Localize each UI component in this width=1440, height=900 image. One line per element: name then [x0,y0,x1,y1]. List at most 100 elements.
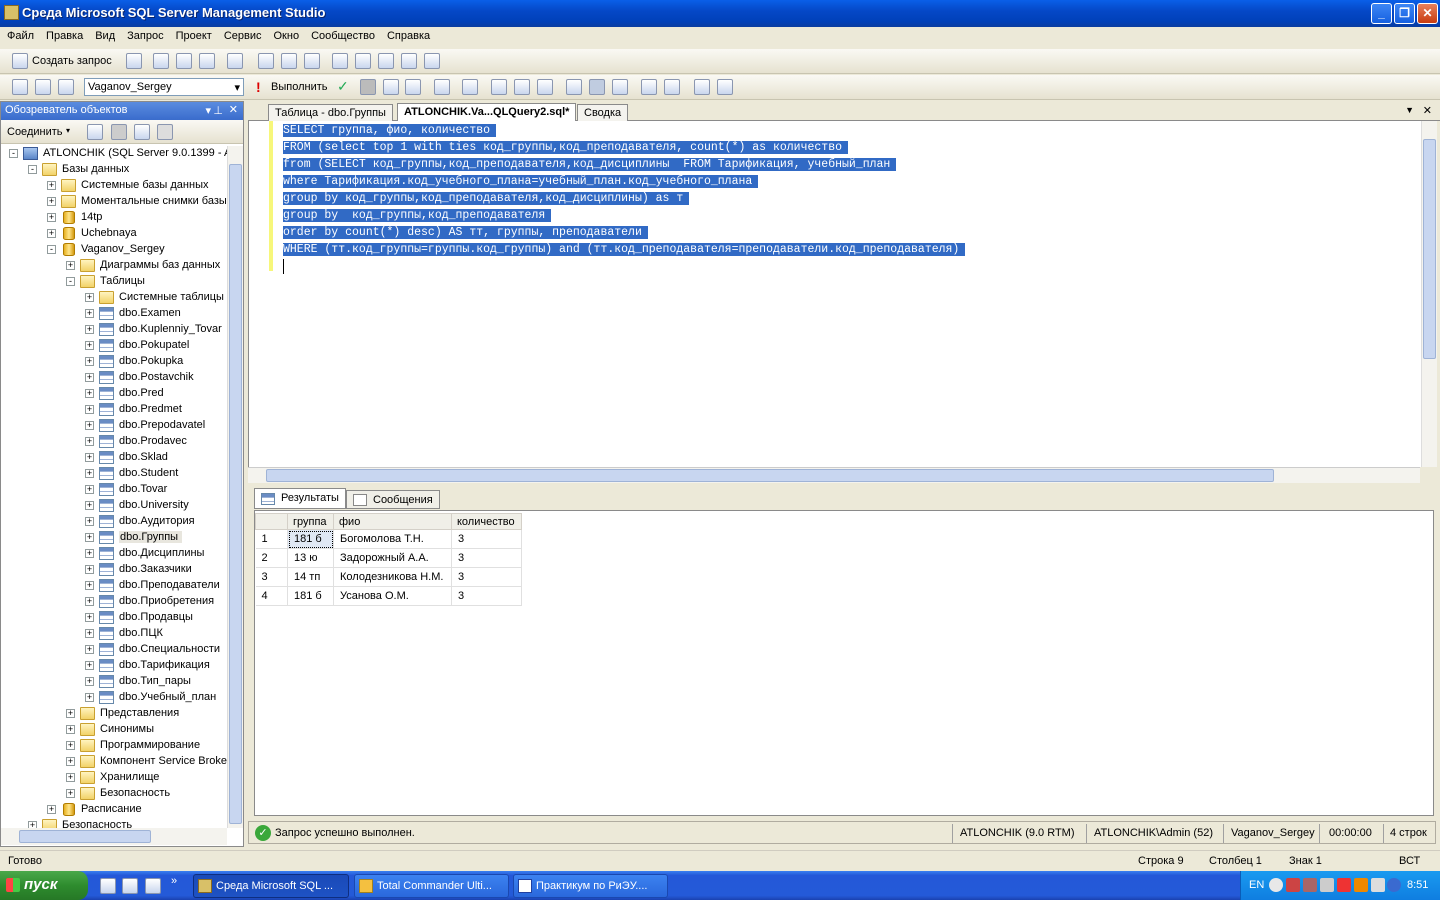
results-to-grid-icon[interactable] [566,79,582,95]
filter-icon[interactable] [157,124,173,140]
scroll-thumb[interactable] [19,830,151,843]
tray-icon[interactable] [1269,878,1283,892]
menu-tools[interactable]: Сервис [218,27,268,42]
tree-node[interactable]: + dbo.Prepodavatel [1,418,227,434]
include-plan-icon[interactable] [491,79,507,95]
row-number[interactable]: 4 [255,586,288,606]
expand-icon[interactable]: + [85,629,94,638]
expand-icon[interactable]: + [66,709,75,718]
expand-icon[interactable]: + [66,773,75,782]
tab-list-icon[interactable]: ▼ [1405,105,1414,115]
menu-file[interactable]: Файл [0,27,40,42]
expand-icon[interactable]: + [85,309,94,318]
table-cell[interactable]: Усанова О.М. [333,586,452,606]
execute-button[interactable]: Выполнить [271,81,327,93]
table-cell[interactable]: 13 ю [287,548,334,568]
task-ssms[interactable]: Среда Microsoft SQL ... [193,874,349,898]
tree-node[interactable]: + dbo.Заказчики [1,562,227,578]
display-plan-icon[interactable] [383,79,399,95]
disconnect-icon[interactable] [58,79,74,95]
tree-node[interactable]: - ATLONCHIK (SQL Server 9.0.1399 - A [1,146,227,162]
analysis-query-icon[interactable] [176,53,192,69]
table-row[interactable]: 3 14 тп Колодезникова Н.М. 3 [255,567,522,587]
tree-node[interactable]: + Синонимы [1,722,227,738]
stop-icon[interactable] [111,124,127,140]
expand-icon[interactable]: + [66,261,75,270]
tree-node[interactable]: + Диаграммы баз данных [1,258,227,274]
tree-node[interactable]: + Безопасность [1,786,227,802]
tree-node[interactable]: + dbo.Тип_пары [1,674,227,690]
tray-icon[interactable] [1371,878,1385,892]
scroll-thumb[interactable] [266,469,1274,482]
expand-icon[interactable]: + [85,693,94,702]
expand-icon[interactable]: + [85,597,94,606]
tray-icon[interactable] [1320,878,1334,892]
tree-node[interactable]: + Расписание [1,802,227,818]
tree-node[interactable]: + Хранилище [1,770,227,786]
expand-icon[interactable]: + [85,341,94,350]
language-indicator[interactable]: EN [1249,879,1264,891]
tree-node[interactable]: + dbo.Специальности [1,642,227,658]
menu-window[interactable]: Окно [268,27,306,42]
intellisense-icon[interactable] [462,79,478,95]
expand-icon[interactable]: + [85,565,94,574]
expand-icon[interactable]: + [66,757,75,766]
tree-node[interactable]: - Базы данных [1,162,227,178]
close-tab-icon[interactable]: ✕ [1423,104,1432,117]
comment-icon[interactable] [612,79,628,95]
results-to-text-icon[interactable] [537,79,553,95]
tray-icon[interactable] [1286,878,1300,892]
tab-summary[interactable]: Сводка [577,104,629,121]
expand-icon[interactable]: + [85,373,94,382]
tree-node[interactable]: + dbo.Predmet [1,402,227,418]
expand-icon[interactable]: + [66,741,75,750]
minimize-button[interactable]: _ [1371,3,1392,24]
tree-node[interactable]: + Программирование [1,738,227,754]
scroll-thumb[interactable] [229,164,242,824]
collapse-icon[interactable]: - [66,277,75,286]
tree-node[interactable]: + dbo.Postavchik [1,370,227,386]
tree-node[interactable]: + dbo.Pred [1,386,227,402]
tree-node[interactable]: + dbo.Sklad [1,450,227,466]
code-line[interactable]: group by код_группы,код_преподавателя [283,207,965,224]
table-cell[interactable]: 3 [451,548,522,568]
tree-node[interactable]: + dbo.Pokupatel [1,338,227,354]
tree-node[interactable]: + dbo.Учебный_план [1,690,227,706]
quicklaunch-icon[interactable] [100,878,116,894]
change-connection-icon[interactable] [35,79,51,95]
tab-table-groups[interactable]: Таблица - dbo.Группы [268,104,393,121]
column-header[interactable]: фио [333,513,452,530]
table-cell[interactable]: 3 [451,567,522,587]
tree-node[interactable]: + dbo.Группы [1,530,227,546]
row-number[interactable]: 1 [255,529,288,549]
tray-icon[interactable] [1387,878,1401,892]
expand-icon[interactable]: + [47,197,56,206]
code-line[interactable]: FROM (select top 1 with ties код_группы,… [283,139,965,156]
tree-node[interactable]: + dbo.Аудитория [1,514,227,530]
pin-icon[interactable]: ⊥ [213,104,223,117]
expand-icon[interactable]: + [85,437,94,446]
expand-icon[interactable]: + [85,485,94,494]
tree-node[interactable]: + dbo.University [1,498,227,514]
table-row[interactable]: 1 181 б Богомолова Т.Н. 3 [255,529,522,549]
quicklaunch-icon[interactable] [145,878,161,894]
results-to-file-icon[interactable] [589,79,605,95]
task-total-commander[interactable]: Total Commander Ulti... [354,874,509,898]
tree-node[interactable]: + dbo.Тарификация [1,658,227,674]
expand-icon[interactable]: + [85,357,94,366]
database-select[interactable]: Vaganov_Sergey ▾ [84,78,244,96]
expand-icon[interactable]: + [85,645,94,654]
row-number[interactable]: 2 [255,548,288,568]
table-row[interactable]: 4 181 б Усанова О.М. 3 [255,586,522,606]
new-query-button[interactable]: Создать запрос [32,55,112,67]
uncomment-icon[interactable] [641,79,657,95]
tree-node[interactable]: + dbo.Преподаватели [1,578,227,594]
collapse-icon[interactable]: - [47,245,56,254]
expand-icon[interactable]: + [85,421,94,430]
client-stats-icon[interactable] [514,79,530,95]
expand-icon[interactable]: + [66,725,75,734]
expand-icon[interactable]: + [85,325,94,334]
menu-project[interactable]: Проект [170,27,218,42]
tree-node[interactable]: + dbo.Kuplenniy_Tovar [1,322,227,338]
tree-node[interactable]: + Uchebnaya [1,226,227,242]
